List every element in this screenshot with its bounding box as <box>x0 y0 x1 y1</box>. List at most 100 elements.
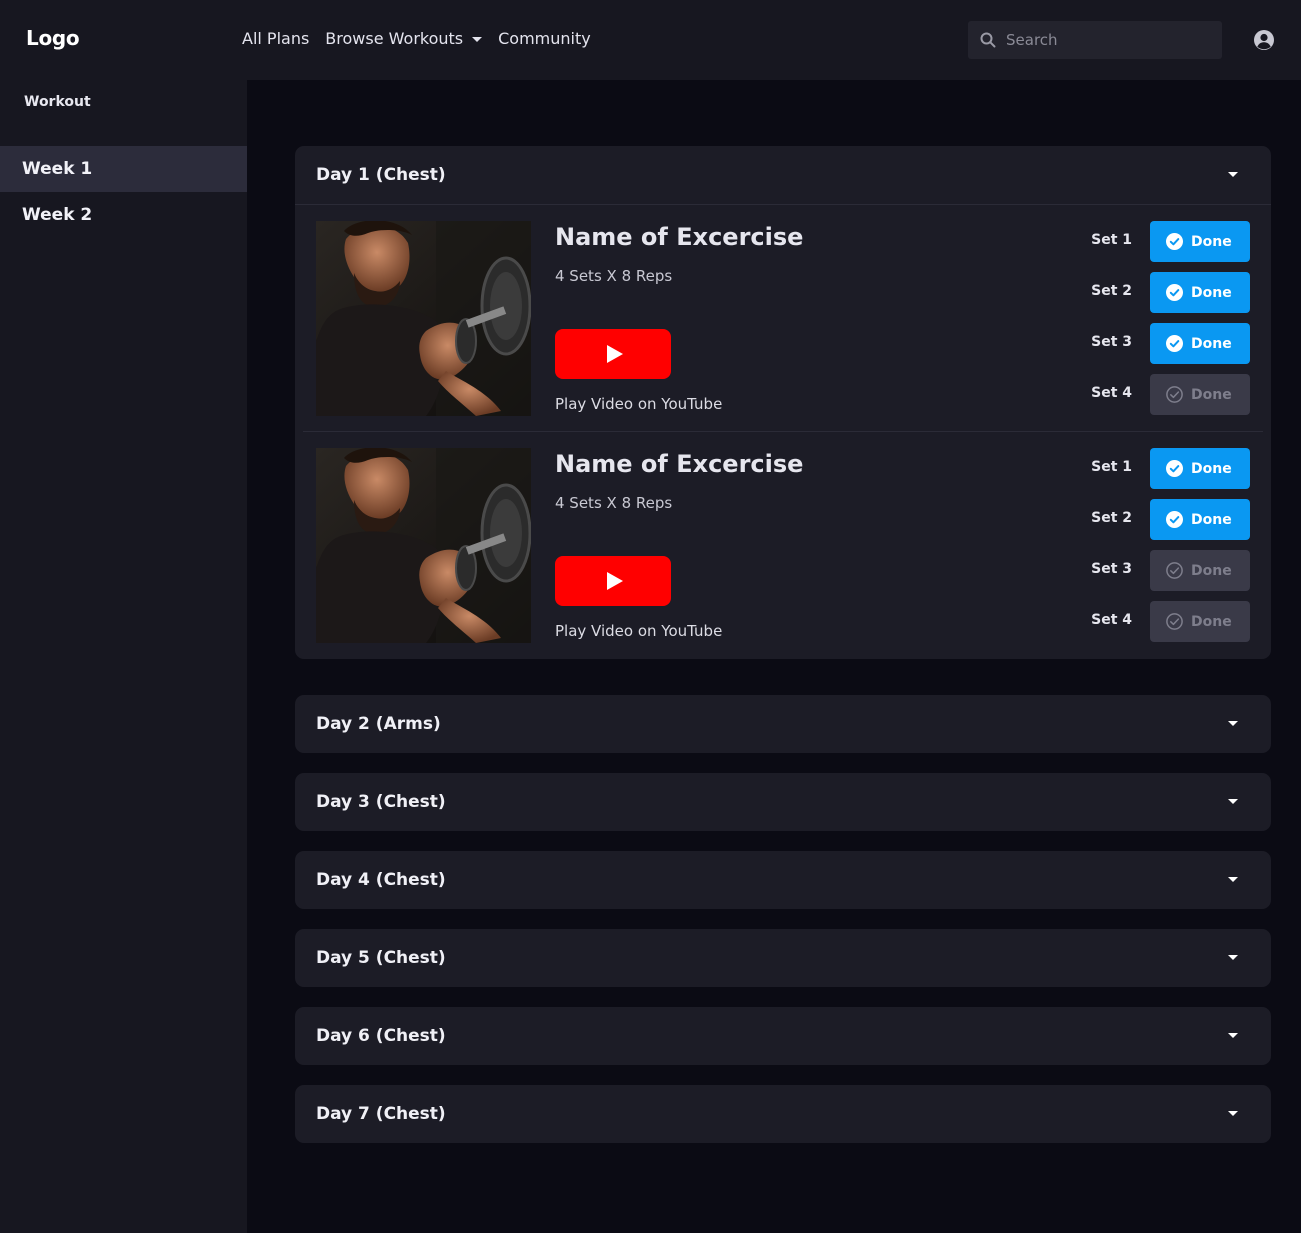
exercise-thumbnail <box>316 221 531 416</box>
done-label: Done <box>1191 386 1232 403</box>
day-panel-3: Day 3 (Chest) <box>295 773 1271 831</box>
set-row: Set 2 Done <box>1050 272 1250 323</box>
play-icon <box>606 572 623 590</box>
check-circle-icon <box>1166 284 1183 301</box>
check-circle-icon <box>1166 233 1183 250</box>
done-label: Done <box>1191 233 1232 250</box>
set-row: Set 3 Done <box>1050 323 1250 374</box>
done-label: Done <box>1191 562 1232 579</box>
day-header-1[interactable]: Day 1 (Chest) <box>295 146 1271 204</box>
done-button[interactable]: Done <box>1150 374 1250 415</box>
day-title: Day 4 (Chest) <box>316 870 446 890</box>
day-panel-6: Day 6 (Chest) <box>295 1007 1271 1065</box>
day-header-6[interactable]: Day 6 (Chest) <box>295 1007 1271 1065</box>
search-icon <box>980 32 996 48</box>
day-title: Day 7 (Chest) <box>316 1104 446 1124</box>
set-label: Set 2 <box>1091 510 1132 526</box>
exercise-reps: 4 Sets X 8 Reps <box>555 267 673 285</box>
day-title: Day 1 (Chest) <box>316 165 446 185</box>
check-circle-outline-icon <box>1166 386 1183 403</box>
sets-list: Set 1 Done Set 2 Done Set 3 Done Set 4 D… <box>1050 221 1250 425</box>
set-label: Set 1 <box>1091 232 1132 248</box>
set-label: Set 3 <box>1091 561 1132 577</box>
day-title: Day 5 (Chest) <box>316 948 446 968</box>
exercise-thumbnail <box>316 448 531 643</box>
top-navbar: Logo All Plans Browse Workouts Community <box>0 0 1301 80</box>
check-circle-icon <box>1166 460 1183 477</box>
sidebar: Workout Week 1 Week 2 <box>0 80 247 1233</box>
sidebar-item-week-2[interactable]: Week 2 <box>0 192 247 238</box>
day-title: Day 3 (Chest) <box>316 792 446 812</box>
youtube-play-button[interactable] <box>555 556 671 606</box>
done-button[interactable]: Done <box>1150 601 1250 642</box>
exercise-item: Name of Excercise 4 Sets X 8 Reps Play V… <box>295 432 1271 659</box>
day-header-3[interactable]: Day 3 (Chest) <box>295 773 1271 831</box>
day-panel-2: Day 2 (Arms) <box>295 695 1271 753</box>
set-row: Set 1 Done <box>1050 448 1250 499</box>
play-video-link[interactable]: Play Video on YouTube <box>555 395 722 413</box>
set-label: Set 4 <box>1091 612 1132 628</box>
done-button[interactable]: Done <box>1150 448 1250 489</box>
caret-down-icon <box>1228 721 1238 726</box>
done-button[interactable]: Done <box>1150 550 1250 591</box>
user-account-icon[interactable] <box>1253 29 1275 51</box>
caret-down-icon <box>1228 1111 1238 1116</box>
done-label: Done <box>1191 460 1232 477</box>
day-header-5[interactable]: Day 5 (Chest) <box>295 929 1271 987</box>
sets-list: Set 1 Done Set 2 Done Set 3 Done Set 4 D… <box>1050 448 1250 652</box>
nav-browse-workouts-label: Browse Workouts <box>325 29 464 48</box>
caret-down-icon <box>1228 955 1238 960</box>
nav-all-plans[interactable]: All Plans <box>242 29 309 48</box>
day-panel-1: Day 1 (Chest) Name of Excercise 4 Sets X… <box>295 146 1271 659</box>
caret-down-icon <box>1228 1033 1238 1038</box>
set-label: Set 3 <box>1091 334 1132 350</box>
day-panel-7: Day 7 (Chest) <box>295 1085 1271 1143</box>
done-button[interactable]: Done <box>1150 323 1250 364</box>
done-button[interactable]: Done <box>1150 221 1250 262</box>
set-row: Set 1 Done <box>1050 221 1250 272</box>
nav-all-plans-label: All Plans <box>242 29 310 48</box>
main-nav: All Plans Browse Workouts Community <box>242 29 607 48</box>
search-input[interactable] <box>1006 31 1206 49</box>
done-label: Done <box>1191 284 1232 301</box>
caret-down-icon <box>1228 877 1238 882</box>
day-header-7[interactable]: Day 7 (Chest) <box>295 1085 1271 1143</box>
check-circle-icon <box>1166 335 1183 352</box>
exercise-name: Name of Excercise <box>555 450 804 478</box>
exercise-reps: 4 Sets X 8 Reps <box>555 494 673 512</box>
set-row: Set 4 Done <box>1050 601 1250 652</box>
day-panel-4: Day 4 (Chest) <box>295 851 1271 909</box>
caret-down-icon <box>1228 799 1238 804</box>
nav-browse-workouts[interactable]: Browse Workouts <box>325 29 483 48</box>
done-label: Done <box>1191 335 1232 352</box>
chevron-down-icon <box>472 37 483 42</box>
set-label: Set 2 <box>1091 283 1132 299</box>
exercise-item: Name of Excercise 4 Sets X 8 Reps Play V… <box>295 205 1271 432</box>
check-circle-outline-icon <box>1166 613 1183 630</box>
youtube-play-button[interactable] <box>555 329 671 379</box>
check-circle-outline-icon <box>1166 562 1183 579</box>
play-icon <box>606 345 623 363</box>
set-row: Set 2 Done <box>1050 499 1250 550</box>
check-circle-icon <box>1166 511 1183 528</box>
sidebar-title: Workout <box>24 94 91 110</box>
exercise-name: Name of Excercise <box>555 223 804 251</box>
search-box <box>968 21 1222 59</box>
day-title: Day 6 (Chest) <box>316 1026 446 1046</box>
done-label: Done <box>1191 613 1232 630</box>
set-label: Set 4 <box>1091 385 1132 401</box>
done-label: Done <box>1191 511 1232 528</box>
set-row: Set 4 Done <box>1050 374 1250 425</box>
day-header-2[interactable]: Day 2 (Arms) <box>295 695 1271 753</box>
nav-community[interactable]: Community <box>498 29 591 48</box>
logo[interactable]: Logo <box>26 26 80 50</box>
done-button[interactable]: Done <box>1150 499 1250 540</box>
nav-community-label: Community <box>498 29 591 48</box>
done-button[interactable]: Done <box>1150 272 1250 313</box>
caret-down-icon <box>1228 172 1238 177</box>
day-header-4[interactable]: Day 4 (Chest) <box>295 851 1271 909</box>
sidebar-item-week-1[interactable]: Week 1 <box>0 146 247 192</box>
play-video-link[interactable]: Play Video on YouTube <box>555 622 722 640</box>
set-row: Set 3 Done <box>1050 550 1250 601</box>
set-label: Set 1 <box>1091 459 1132 475</box>
